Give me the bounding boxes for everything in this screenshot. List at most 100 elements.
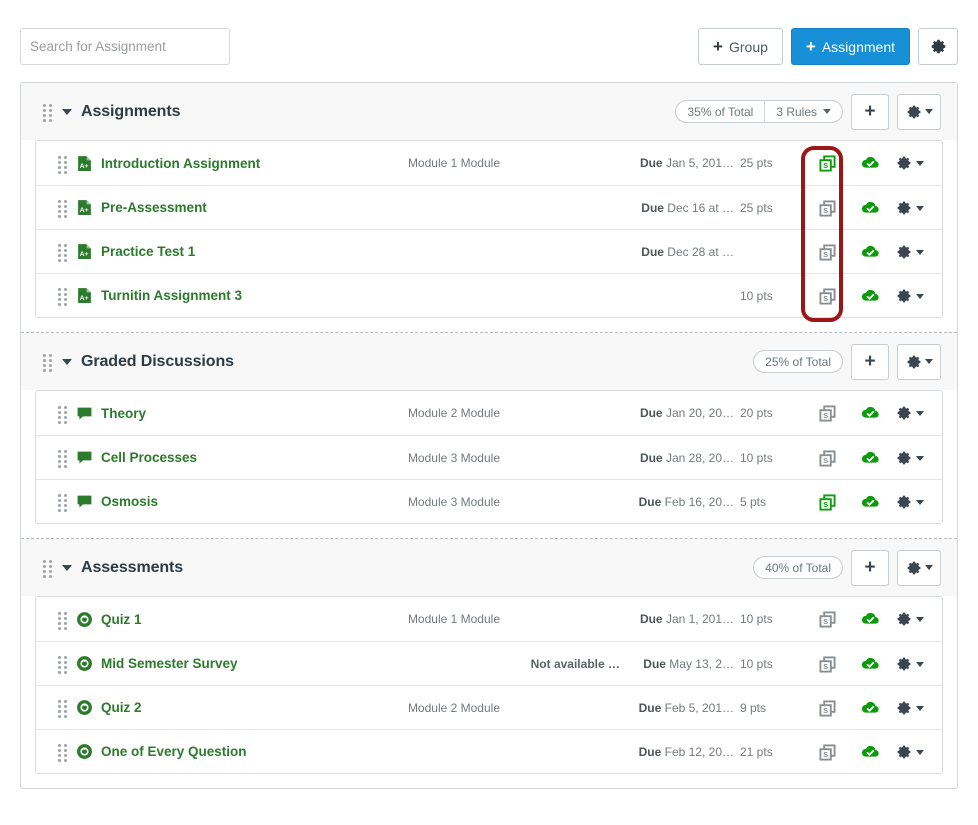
published-icon[interactable] [861,610,880,629]
sis-sync-icon[interactable]: S [819,494,836,511]
published-icon[interactable] [861,449,880,468]
published-icon[interactable] [861,655,880,674]
publish-cell[interactable] [850,610,890,629]
sis-sync-cell[interactable]: S [804,744,850,761]
row-menu-button[interactable] [890,700,942,716]
published-icon[interactable] [861,199,880,218]
assignment-link[interactable]: Theory [101,406,146,421]
sis-sync-cell[interactable]: S [804,244,850,261]
publish-cell[interactable] [850,699,890,718]
drag-handle[interactable] [58,406,67,421]
assignment-link[interactable]: Quiz 1 [101,612,142,627]
sis-sync-cell[interactable]: S [804,405,850,422]
published-icon[interactable] [861,743,880,762]
chevron-down-icon[interactable] [62,565,72,571]
sis-sync-cell[interactable]: S [804,494,850,511]
sis-sync-icon[interactable]: S [819,155,836,172]
publish-cell[interactable] [850,404,890,423]
assignment-row[interactable]: One of Every QuestionDue Feb 12, 20…21 p… [36,729,942,773]
drag-handle[interactable] [58,156,67,171]
chevron-down-icon[interactable] [62,359,72,365]
drag-handle[interactable] [58,612,67,627]
published-icon[interactable] [861,404,880,423]
row-menu-button[interactable] [890,450,942,466]
row-menu-button[interactable] [890,155,942,171]
publish-cell[interactable] [850,199,890,218]
assignment-row[interactable]: A+Pre-AssessmentDue Dec 16 at …25 ptsS [36,185,942,229]
assignment-row[interactable]: A+Practice Test 1Due Dec 28 at …S [36,229,942,273]
assignment-row[interactable]: A+Introduction AssignmentModule 1 Module… [36,141,942,185]
sis-sync-cell[interactable]: S [804,155,850,172]
sis-sync-cell[interactable]: S [804,200,850,217]
publish-cell[interactable] [850,743,890,762]
search-input[interactable] [20,28,230,65]
row-menu-button[interactable] [890,244,942,260]
sis-sync-icon[interactable]: S [819,200,836,217]
drag-handle[interactable] [58,200,67,215]
drag-handle[interactable] [43,560,52,575]
row-menu-button[interactable] [890,200,942,216]
group-menu-button[interactable] [897,94,941,130]
row-menu-button[interactable] [890,494,942,510]
row-menu-button[interactable] [890,288,942,304]
sis-sync-icon[interactable]: S [819,405,836,422]
drag-handle[interactable] [58,494,67,509]
sis-sync-icon[interactable]: S [819,744,836,761]
drag-handle[interactable] [58,744,67,759]
sis-sync-cell[interactable]: S [804,656,850,673]
assignment-link[interactable]: Pre-Assessment [101,200,207,215]
assignment-link[interactable]: One of Every Question [101,744,247,759]
add-group-button[interactable]: + Group [698,28,783,65]
group-add-assignment-button[interactable]: + [851,550,889,586]
sis-sync-icon[interactable]: S [819,656,836,673]
group-rules-button[interactable]: 3 Rules [764,101,842,122]
group-menu-button[interactable] [897,550,941,586]
publish-cell[interactable] [850,243,890,262]
publish-cell[interactable] [850,493,890,512]
published-icon[interactable] [861,699,880,718]
sis-sync-icon[interactable]: S [819,288,836,305]
row-menu-button[interactable] [890,405,942,421]
published-icon[interactable] [861,243,880,262]
sis-sync-icon[interactable]: S [819,450,836,467]
sis-sync-icon[interactable]: S [819,244,836,261]
assignment-link[interactable]: Osmosis [101,494,158,509]
chevron-down-icon[interactable] [62,109,72,115]
drag-handle[interactable] [58,244,67,259]
assignment-link[interactable]: Practice Test 1 [101,244,195,259]
group-add-assignment-button[interactable]: + [851,344,889,380]
publish-cell[interactable] [850,154,890,173]
published-icon[interactable] [861,154,880,173]
drag-handle[interactable] [58,700,67,715]
published-icon[interactable] [861,493,880,512]
group-add-assignment-button[interactable]: + [851,94,889,130]
assignment-row[interactable]: OsmosisModule 3 ModuleDue Feb 16, 20…5 p… [36,479,942,523]
assignment-row[interactable]: TheoryModule 2 ModuleDue Jan 20, 20…20 p… [36,391,942,435]
publish-cell[interactable] [850,655,890,674]
sis-sync-cell[interactable]: S [804,288,850,305]
row-menu-button[interactable] [890,656,942,672]
row-menu-button[interactable] [890,611,942,627]
drag-handle[interactable] [43,354,52,369]
row-menu-button[interactable] [890,744,942,760]
sis-sync-icon[interactable]: S [819,611,836,628]
sis-sync-icon[interactable]: S [819,700,836,717]
publish-cell[interactable] [850,449,890,468]
sis-sync-cell[interactable]: S [804,700,850,717]
assignment-row[interactable]: Mid Semester SurveyNot available …Due Ma… [36,641,942,685]
published-icon[interactable] [861,287,880,306]
publish-cell[interactable] [850,287,890,306]
assignment-link[interactable]: Mid Semester Survey [101,656,238,671]
assignment-row[interactable]: Cell ProcessesModule 3 ModuleDue Jan 28,… [36,435,942,479]
drag-handle[interactable] [43,104,52,119]
sis-sync-cell[interactable]: S [804,611,850,628]
assignment-row[interactable]: Quiz 2Module 2 ModuleDue Feb 5, 201…9 pt… [36,685,942,729]
assignment-link[interactable]: Introduction Assignment [101,156,260,171]
assignment-link[interactable]: Turnitin Assignment 3 [101,288,242,303]
assignment-row[interactable]: A+Turnitin Assignment 310 ptsS [36,273,942,317]
add-assignment-button[interactable]: + Assignment [791,28,910,65]
assignment-settings-button[interactable] [918,28,958,65]
assignment-link[interactable]: Cell Processes [101,450,197,465]
drag-handle[interactable] [58,288,67,303]
group-menu-button[interactable] [897,344,941,380]
